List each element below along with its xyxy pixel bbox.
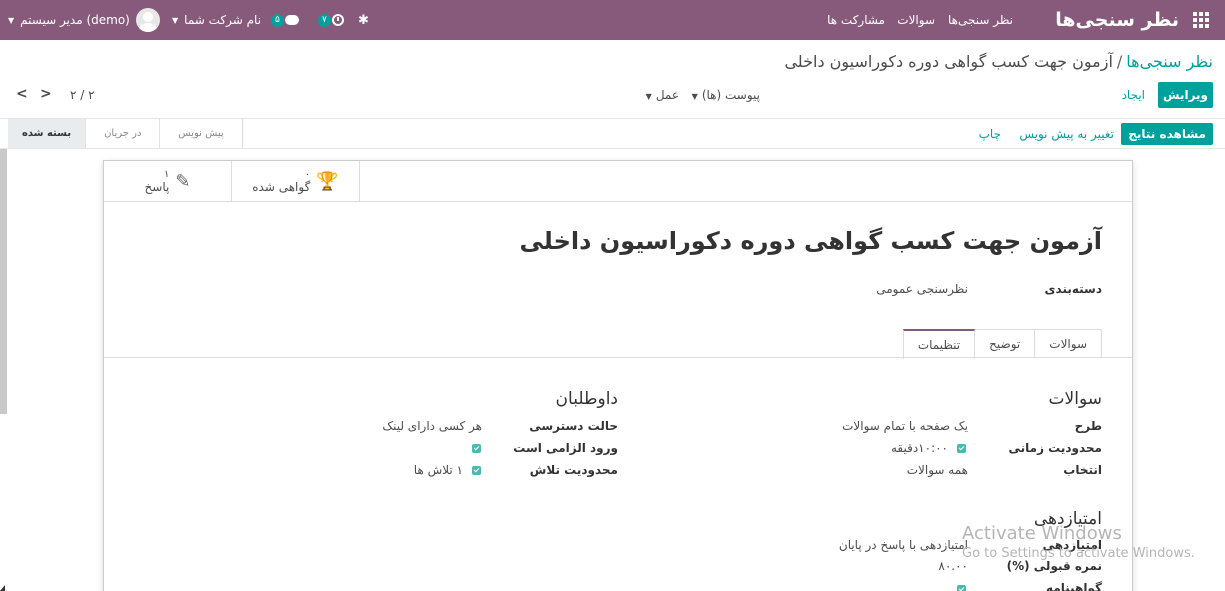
apps-grid-icon[interactable] [1193, 0, 1211, 40]
set-to-draft-button[interactable]: تغییر به پیش نویس [1019, 123, 1114, 145]
time-limit-checkbox[interactable] [957, 444, 966, 453]
stage-bar: بسته شده در جریان پیش نویس [8, 119, 243, 148]
breadcrumb-surveys-link[interactable]: نظر سنجی‌ها [1126, 52, 1213, 71]
caret-down-icon: ▼ [691, 92, 698, 101]
windows-activation-watermark-text: Go to Settings to activate Windows. [962, 546, 1195, 561]
edit-icon: ✎ [175, 170, 191, 192]
section-participants-title: داوطلبان [555, 389, 618, 409]
menu-participations[interactable]: مشارکت ها [827, 0, 885, 40]
stage-closed[interactable]: بسته شده [8, 119, 87, 148]
messages-menu[interactable]: ۵ [271, 0, 299, 40]
caret-down-icon: ▼ [172, 15, 179, 25]
pager-value[interactable]: ۲ / ۲ [70, 88, 95, 102]
time-limit-label: محدودیت زمانی [1008, 441, 1102, 455]
edit-button[interactable]: ویرایش [1158, 82, 1213, 108]
chat-icon [284, 15, 299, 25]
avatar [135, 8, 160, 32]
certified-label: گواهی شده [252, 180, 311, 194]
create-button[interactable]: ایجاد [1122, 88, 1145, 102]
trophy-icon: 🏆 [316, 170, 339, 192]
certification-checkbox[interactable] [957, 585, 966, 591]
category-value[interactable]: نظرسنجی عمومی [876, 282, 968, 296]
attachments-dropdown[interactable]: پیوست (ها)▼ [692, 88, 760, 102]
company-switcher[interactable]: ▼ نام شرکت شما [172, 0, 261, 40]
login-required-checkbox[interactable] [472, 444, 481, 453]
attempts-value[interactable]: ۱ تلاش ها [414, 463, 463, 477]
selection-label: انتخاب [1063, 463, 1102, 477]
pager-next-icon[interactable]: > [40, 86, 52, 102]
messages-count-badge: ۵ [271, 13, 284, 27]
survey-title[interactable]: آزمون جهت کسب گواهی دوره دکوراسیون داخلی [520, 227, 1102, 255]
divider [104, 357, 1132, 358]
pass-percentage-label: نمره قبولی (%) [1006, 559, 1102, 573]
clock-icon [331, 14, 344, 26]
stage-draft[interactable]: پیش نویس [160, 119, 243, 148]
breadcrumb-separator: / [1116, 52, 1123, 71]
tab-settings[interactable]: تنظیمات [902, 329, 976, 359]
action-label: عمل [655, 88, 679, 102]
attempts-limit-label: محدودیت تلاش [529, 463, 618, 477]
divider [104, 201, 1132, 202]
category-label: دسته‌بندی [1044, 282, 1102, 296]
app-title: نظر سنجی‌ها [1055, 9, 1179, 31]
company-name: نام شرکت شما [184, 13, 262, 27]
certified-stat-button[interactable]: ۰ گواهی شده 🏆 [232, 161, 360, 201]
tab-questions[interactable]: سوالات [1034, 329, 1102, 358]
menu-questions[interactable]: سوالات [897, 0, 935, 40]
layout-label: طرح [1074, 419, 1102, 433]
menu-surveys[interactable]: نظر سنجی‌ها [948, 0, 1013, 40]
attempts-limit-checkbox[interactable] [472, 466, 481, 475]
caret-down-icon: ▼ [8, 15, 15, 25]
answers-stat-button[interactable]: ۱ پاسخ ✎ [104, 161, 232, 201]
action-dropdown[interactable]: عمل▼ [646, 88, 679, 102]
attachments-label: پیوست (ها) [701, 88, 760, 102]
scroll-arrow-icon[interactable] [0, 585, 5, 591]
answers-label: پاسخ [144, 180, 170, 194]
selection-value[interactable]: همه سوالات [907, 463, 968, 477]
notebook-tabs: سوالات توضیح تنظیمات [902, 329, 1102, 359]
breadcrumb: نظر سنجی‌ها/آزمون جهت کسب گواهی دوره دکو… [784, 52, 1213, 71]
activity-count-badge: ۷ [318, 13, 331, 27]
pass-percentage-value[interactable]: ۸۰.۰۰ [938, 559, 968, 573]
button-box: ۱ پاسخ ✎ ۰ گواهی شده 🏆 [104, 161, 360, 201]
login-required-label: ورود الزامی است [513, 441, 618, 455]
access-mode-value[interactable]: هر کسی دارای لینک [382, 419, 482, 433]
time-limit-value[interactable]: ۱۰:۰۰دقیقه [891, 441, 948, 455]
view-results-button[interactable]: مشاهده نتایج [1121, 123, 1213, 145]
stage-in-progress[interactable]: در جریان [86, 119, 161, 148]
scrollbar[interactable] [0, 149, 7, 414]
scoring-value[interactable]: امتیازدهی با پاسخ در پایان [839, 538, 968, 552]
access-mode-label: حالت دسترسی [529, 419, 618, 433]
breadcrumb-current: آزمون جهت کسب گواهی دوره دکوراسیون داخلی [784, 52, 1113, 71]
activity-menu[interactable]: ۷ [318, 0, 344, 40]
form-statusbar: مشاهده نتایج تغییر به پیش نویس چاپ بسته … [0, 118, 1225, 149]
print-button[interactable]: چاپ [979, 123, 1001, 145]
certification-label: گواهینامه [1046, 581, 1102, 591]
user-name: مدیر سیستم (demo) [20, 13, 130, 27]
windows-activation-watermark-title: Activate Windows [962, 523, 1122, 544]
section-questions-title: سوالات [1048, 389, 1102, 409]
top-navbar: نظر سنجی‌ها نظر سنجی‌ها سوالات مشارکت ها… [0, 0, 1225, 40]
tab-description[interactable]: توضیح [974, 329, 1036, 358]
caret-down-icon: ▼ [645, 92, 652, 101]
pager-previous-icon[interactable]: < [16, 86, 28, 102]
layout-value[interactable]: یک صفحه با تمام سوالات [842, 419, 968, 433]
user-menu[interactable]: ▼ مدیر سیستم (demo) [8, 0, 160, 40]
bug-icon[interactable]: ✱ [358, 0, 369, 40]
